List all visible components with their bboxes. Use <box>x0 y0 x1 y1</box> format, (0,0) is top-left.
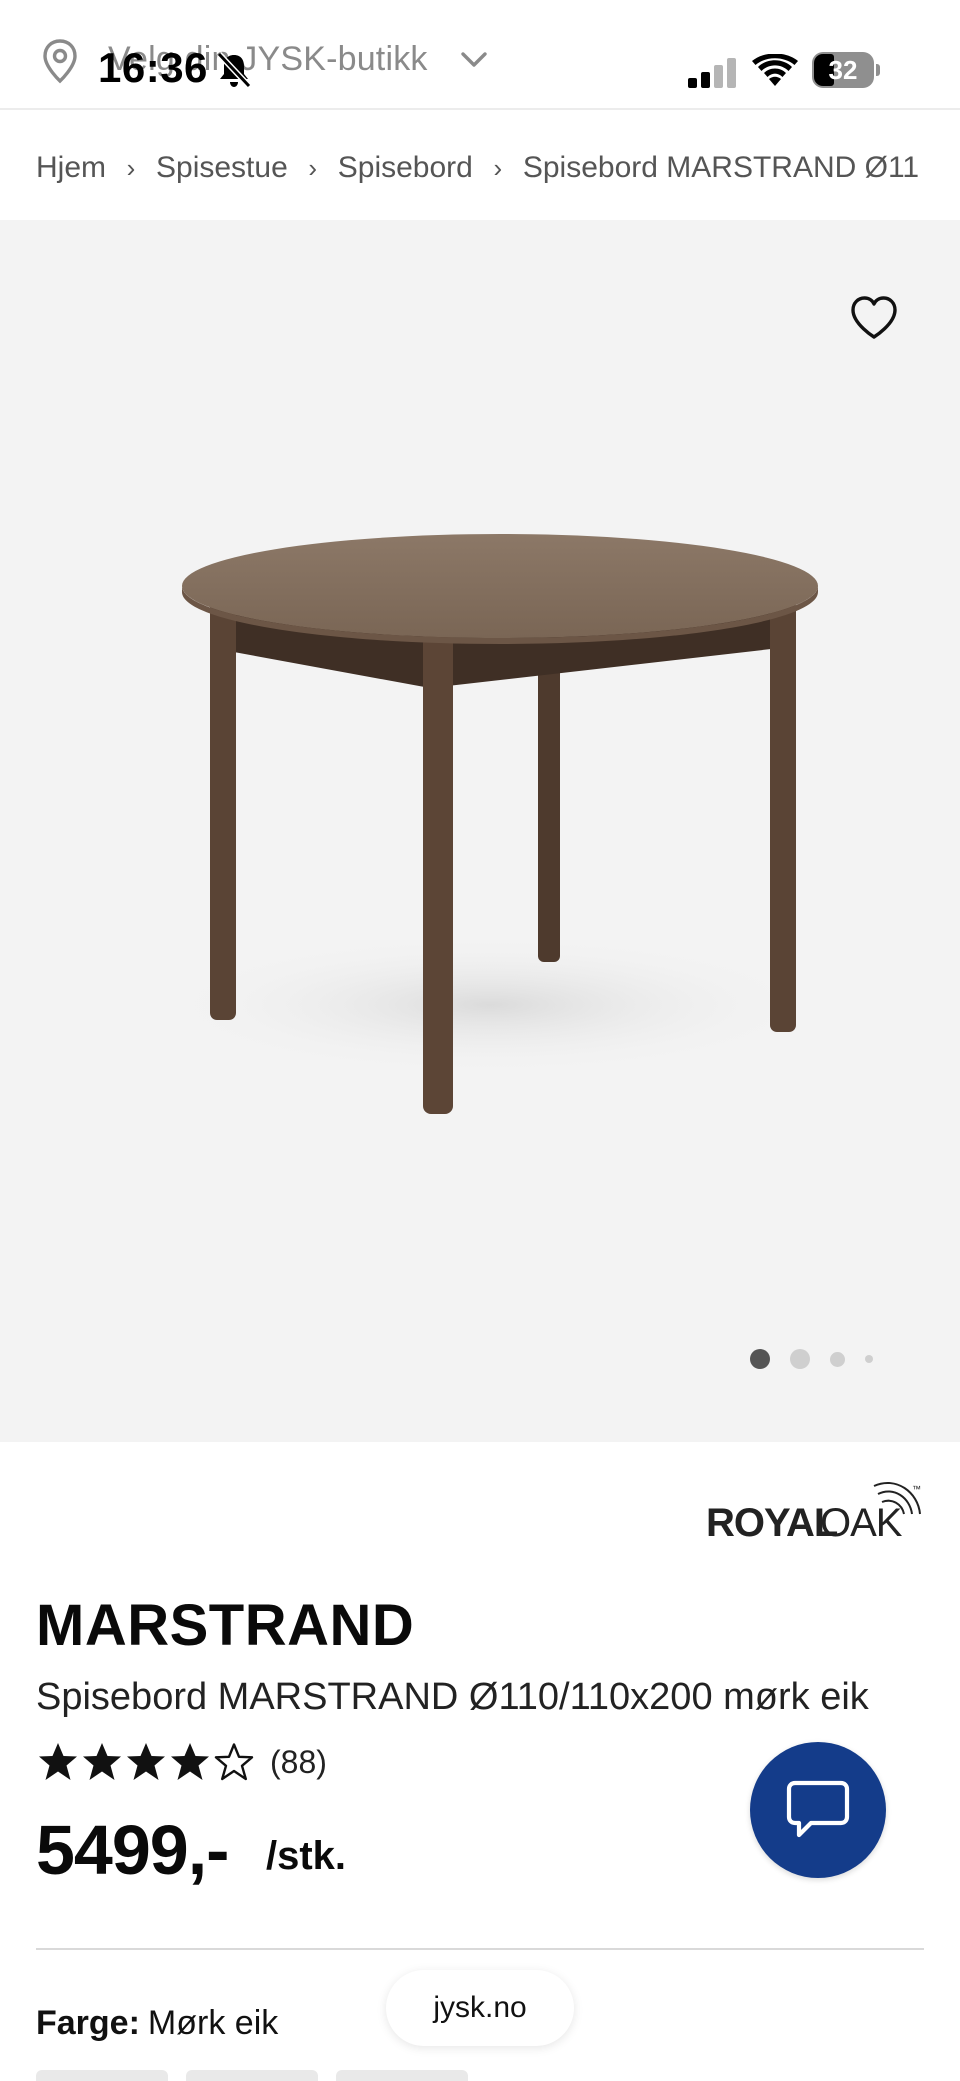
color-swatch[interactable] <box>186 2070 318 2081</box>
color-option: Farge: Mørk eik <box>36 2004 278 2043</box>
color-value: Mørk eik <box>147 2004 279 2042</box>
chat-bubble-icon <box>786 1780 850 1838</box>
battery-icon: 32 <box>812 52 880 88</box>
product-description: Spisebord MARSTRAND Ø110/110x200 mørk ei… <box>36 1676 869 1718</box>
star-empty-icon <box>214 1743 254 1781</box>
breadcrumb-separator: › <box>493 152 503 183</box>
gallery-dot-3[interactable] <box>830 1351 845 1367</box>
gallery-dot-1[interactable] <box>750 1349 770 1369</box>
silent-bell-icon <box>216 51 252 89</box>
breadcrumb-item-home[interactable]: Hjem <box>36 151 106 185</box>
product-rating[interactable]: (88) <box>36 1738 327 1786</box>
breadcrumb-item-dining-tables[interactable]: Spisebord <box>338 151 473 185</box>
svg-text:OAK: OAK <box>820 1501 903 1544</box>
royal-oak-logo: ROYAL OAK ™ <box>706 1481 921 1544</box>
breadcrumb-separator: › <box>126 152 136 183</box>
divider <box>36 1948 924 1950</box>
location-pin-icon[interactable] <box>40 38 80 84</box>
browser-url-pill[interactable]: jysk.no <box>386 1970 574 2046</box>
color-label: Farge: <box>36 2004 140 2042</box>
breadcrumb: Hjem › Spisestue › Spisebord › Spisebord… <box>36 148 919 188</box>
breadcrumb-item-dining-room[interactable]: Spisestue <box>156 151 288 185</box>
wifi-icon <box>752 54 798 86</box>
gallery-dot-2[interactable] <box>790 1349 810 1369</box>
breadcrumb-item-current: Spisebord MARSTRAND Ø11 <box>522 151 920 184</box>
status-time: 16:36 <box>98 44 208 91</box>
color-swatch[interactable] <box>336 2070 468 2081</box>
dining-table-image <box>160 534 820 1114</box>
gallery-dot-4[interactable] <box>865 1355 873 1363</box>
star-filled-icon <box>39 1743 77 1780</box>
cellular-signal-icon <box>688 58 736 88</box>
color-swatches <box>36 2070 468 2081</box>
review-count[interactable]: (88) <box>270 1744 327 1781</box>
heart-icon[interactable] <box>846 290 902 346</box>
breadcrumb-separator: › <box>308 152 318 183</box>
color-swatch[interactable] <box>36 2070 168 2081</box>
star-filled-icon <box>171 1743 209 1780</box>
svg-text:ROYAL: ROYAL <box>706 1501 838 1544</box>
svg-text:™: ™ <box>912 1484 921 1494</box>
gallery-pagination[interactable] <box>750 1348 873 1370</box>
price-unit: /stk. <box>266 1834 347 1878</box>
chat-button[interactable] <box>750 1742 886 1878</box>
star-filled-icon <box>127 1743 165 1780</box>
star-filled-icon <box>83 1743 121 1780</box>
chevron-down-icon[interactable] <box>458 44 490 76</box>
product-name: MARSTRAND <box>36 1593 415 1658</box>
product-price: 5499,- <box>36 1811 229 1889</box>
top-bar: Velg din JYSK-butikk 16:36 32 <box>0 0 960 110</box>
battery-level: 32 <box>828 55 858 85</box>
